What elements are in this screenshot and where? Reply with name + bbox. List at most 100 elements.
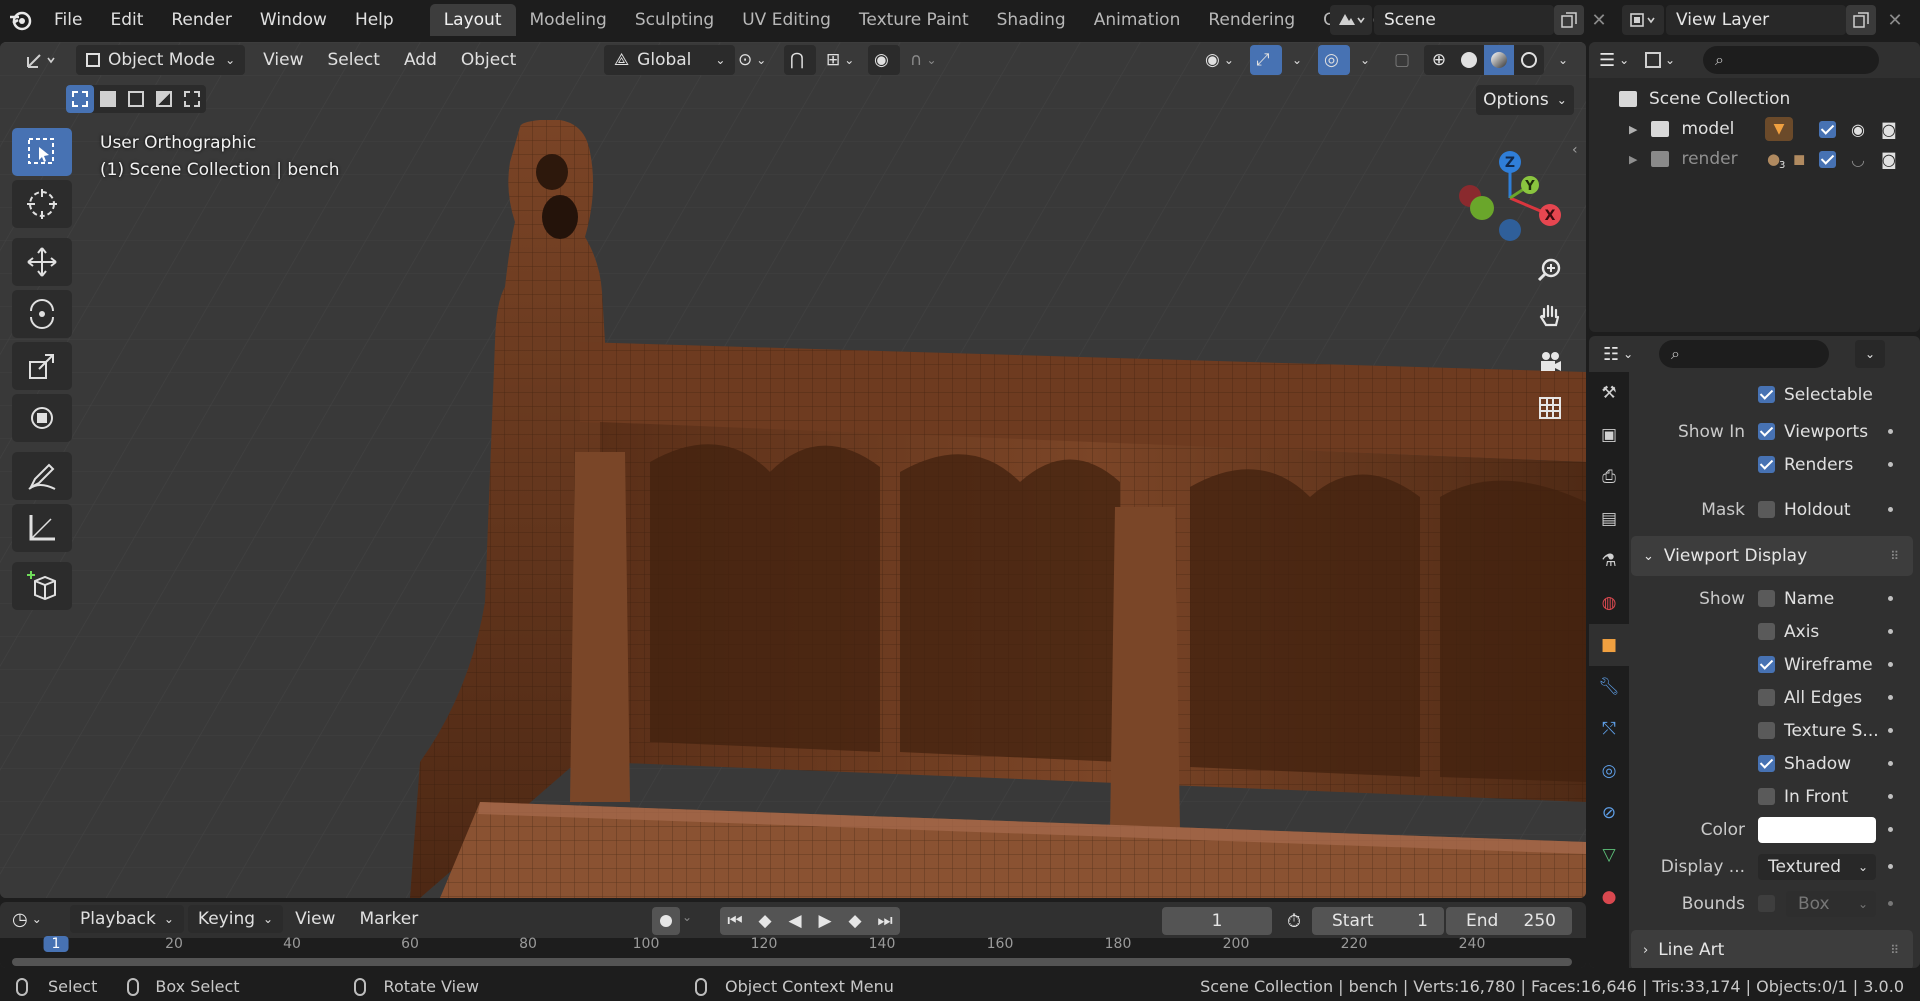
outliner-row-model[interactable]: ▶ model ▼ ◉ ◙ [1589, 114, 1920, 144]
select-box-tool[interactable] [12, 128, 72, 176]
scene-selector-button[interactable] [1330, 5, 1372, 35]
prev-keyframe-button[interactable]: ◆ [750, 907, 780, 935]
delete-scene-button[interactable]: ✕ [1584, 5, 1614, 35]
mode-dropdown[interactable]: Object Mode ⌄ [76, 45, 246, 75]
sidebar-toggle-icon[interactable]: ‹ [1572, 142, 1578, 158]
pivot-point-button[interactable]: ⊙ ⌄ [728, 45, 776, 75]
xray-toggle-button[interactable]: ▢ [1390, 45, 1414, 75]
measure-tool[interactable] [12, 504, 72, 552]
options-dropdown[interactable]: Options ⌄ [1476, 85, 1574, 115]
show-in-renders-checkbox[interactable]: Renders [1758, 455, 1853, 475]
line-art-panel-header[interactable]: › Line Art ⠿ [1631, 930, 1913, 968]
timeline-scrollbar[interactable] [12, 958, 1572, 966]
shading-dropdown[interactable]: ⌄ [1548, 45, 1578, 75]
snap-target-button[interactable]: ⊞ ⌄ [816, 45, 864, 75]
frame-end-field[interactable]: End 250 [1446, 907, 1572, 935]
keyframe-dot-icon[interactable] [1888, 629, 1893, 634]
outliner-editor-type-button[interactable]: ☰ ⌄ [1599, 46, 1645, 74]
selectable-checkbox[interactable]: Selectable [1758, 385, 1873, 405]
tab-render[interactable]: ▣ [1589, 414, 1629, 456]
drag-handle-icon[interactable]: ⠿ [1890, 549, 1899, 563]
material-shading-button[interactable] [1484, 45, 1514, 75]
expand-arrow-icon[interactable]: ▶ [1629, 123, 1637, 136]
keyframe-dot-icon[interactable] [1888, 761, 1893, 766]
play-button[interactable]: ▶ [810, 907, 840, 935]
holdout-checkbox[interactable]: Holdout [1758, 500, 1851, 520]
visibility-dropdown[interactable]: ◉ ⌄ [1195, 45, 1244, 75]
frame-start-field[interactable]: Start 1 [1312, 907, 1444, 935]
tab-constraints[interactable]: ⊘ [1589, 792, 1629, 834]
tab-layout[interactable]: Layout [429, 4, 516, 36]
outliner-scene-collection[interactable]: Scene Collection [1589, 84, 1920, 114]
keyframe-dot-icon[interactable] [1888, 596, 1893, 601]
show-texture-space-checkbox[interactable]: Texture S... [1758, 721, 1879, 741]
show-axis-checkbox[interactable]: Axis [1758, 622, 1819, 642]
camera-render-icon[interactable]: ◙ [1881, 120, 1897, 139]
tab-data[interactable]: ▽ [1589, 834, 1629, 876]
zoom-button[interactable] [1530, 250, 1570, 290]
next-keyframe-button[interactable]: ◆ [840, 907, 870, 935]
tab-output[interactable]: ⎙ [1589, 456, 1629, 498]
camera-object-icon[interactable]: ◼ [1793, 150, 1805, 168]
select-subtract-button[interactable] [122, 85, 150, 113]
display-as-dropdown[interactable]: Textured ⌄ [1758, 853, 1876, 880]
menu-window[interactable]: Window [246, 0, 341, 40]
eye-icon[interactable]: ◉ [1851, 120, 1865, 139]
current-frame-marker[interactable]: 1 [43, 936, 69, 952]
tab-rendering[interactable]: Rendering [1194, 4, 1309, 36]
viewport-menu-object[interactable]: Object [449, 50, 528, 70]
tab-texture-paint[interactable]: Texture Paint [845, 4, 983, 36]
proportional-editing-button[interactable]: ◉ [868, 45, 900, 75]
jump-start-button[interactable]: ⏮ [720, 907, 750, 935]
tab-scene[interactable]: ⚗ [1589, 540, 1629, 582]
tab-tool[interactable]: ⚒ [1589, 372, 1629, 414]
tab-animation[interactable]: Animation [1080, 4, 1195, 36]
delete-view-layer-button[interactable]: ✕ [1880, 5, 1910, 35]
exclude-checkbox[interactable] [1819, 150, 1836, 168]
wireframe-shading-button[interactable]: ⊕ [1424, 45, 1454, 75]
transform-tool[interactable] [12, 394, 72, 442]
view-layer-selector-button[interactable] [1622, 5, 1664, 35]
bounds-type-dropdown[interactable]: Box ⌄ [1786, 890, 1876, 917]
outliner-search-input[interactable]: ⌕ [1703, 46, 1879, 74]
tab-material[interactable]: ● [1589, 876, 1629, 918]
drag-handle-icon[interactable]: ⠿ [1890, 943, 1899, 957]
mesh-object-icon[interactable]: ▼ [1765, 117, 1793, 141]
navigation-gizmo[interactable]: Z Y X [1450, 130, 1570, 250]
camera-render-icon[interactable]: ◙ [1881, 150, 1897, 169]
solid-shading-button[interactable] [1454, 45, 1484, 75]
keying-set-dropdown[interactable]: ⌄ [682, 910, 692, 924]
show-shadow-checkbox[interactable]: Shadow [1758, 754, 1851, 774]
viewport-menu-view[interactable]: View [251, 50, 315, 70]
show-in-front-checkbox[interactable]: In Front [1758, 787, 1848, 807]
tab-view-layer[interactable]: ▤ [1589, 498, 1629, 540]
menu-help[interactable]: Help [341, 0, 408, 40]
gizmo-dropdown[interactable]: ⌄ [1282, 45, 1312, 75]
view-layer-name-field[interactable]: View Layer [1666, 5, 1846, 35]
display-mode-button[interactable]: ⌄ [1645, 46, 1691, 74]
viewport-menu-add[interactable]: Add [392, 50, 449, 70]
keyframe-dot-icon[interactable] [1888, 901, 1893, 906]
select-intersect-button[interactable] [178, 85, 206, 113]
3d-viewport[interactable]: Object Mode ⌄ View Select Add Object ⟁ G… [0, 42, 1586, 898]
tab-sculpting[interactable]: Sculpting [621, 4, 728, 36]
perspective-toggle-button[interactable] [1530, 388, 1570, 428]
current-frame-field[interactable]: 1 [1162, 907, 1272, 935]
cursor-tool[interactable] [12, 180, 72, 228]
tab-world[interactable]: ◍ [1589, 582, 1629, 624]
keyframe-dot-icon[interactable] [1888, 695, 1893, 700]
bounds-checkbox[interactable] [1758, 895, 1775, 912]
viewport-display-panel-header[interactable]: ⌄ Viewport Display ⠿ [1631, 536, 1913, 576]
menu-render[interactable]: Render [157, 0, 246, 40]
menu-file[interactable]: File [40, 0, 96, 40]
exclude-checkbox[interactable] [1819, 120, 1836, 138]
show-name-checkbox[interactable]: Name [1758, 589, 1834, 609]
tab-uv-editing[interactable]: UV Editing [728, 4, 845, 36]
keyframe-dot-icon[interactable] [1888, 462, 1893, 467]
timeline-editor-type-button[interactable]: ◷ ⌄ [12, 909, 58, 930]
rendered-shading-button[interactable] [1514, 45, 1544, 75]
gizmo-toggle-button[interactable]: ⤢ [1250, 45, 1282, 75]
camera-view-button[interactable] [1530, 342, 1570, 382]
select-extend-button[interactable] [94, 85, 122, 113]
timeline-menu-marker[interactable]: Marker [347, 909, 430, 929]
